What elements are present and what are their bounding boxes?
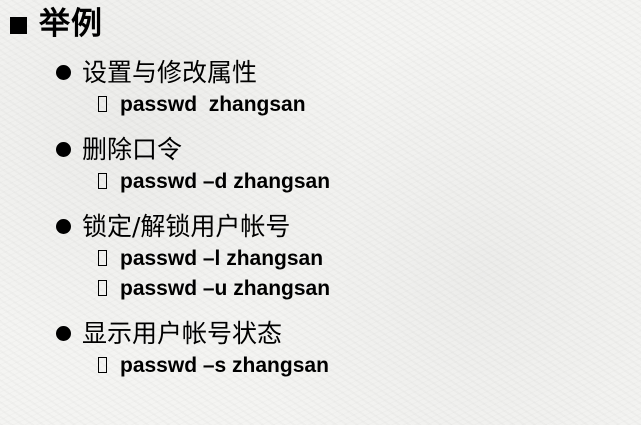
- command-line: passwd –u zhangsan: [98, 274, 616, 302]
- list-item-label: 设置与修改属性: [82, 57, 258, 87]
- missing-glyph-box-icon: [98, 357, 107, 373]
- square-bullet-icon: [10, 16, 27, 34]
- round-bullet-icon: [56, 141, 71, 157]
- round-bullet-icon: [56, 64, 71, 80]
- missing-glyph-box-icon: [98, 280, 107, 296]
- list-item: 锁定/解锁用户帐号: [56, 210, 616, 242]
- missing-glyph-box-icon: [98, 173, 107, 189]
- list-item-label: 显示用户帐号状态: [82, 318, 283, 348]
- slide-title: 举例: [39, 5, 103, 42]
- round-bullet-icon: [56, 325, 71, 341]
- command-line: passwd zhangsan: [98, 90, 616, 118]
- command-list: passwd zhangsan: [98, 90, 616, 118]
- bullet-list: 设置与修改属性 passwd zhangsan 删除口令 passwd –d z…: [56, 56, 616, 394]
- list-item-label: 锁定/解锁用户帐号: [82, 211, 291, 241]
- list-item: 删除口令: [56, 133, 616, 165]
- command-text: passwd –l zhangsan: [120, 246, 324, 270]
- missing-glyph-box-icon: [98, 250, 107, 266]
- command-text: passwd –u zhangsan: [120, 276, 331, 300]
- round-bullet-icon: [56, 218, 71, 234]
- list-item-label: 删除口令: [82, 134, 183, 164]
- command-list: passwd –d zhangsan: [98, 167, 616, 195]
- list-item: 显示用户帐号状态: [56, 317, 616, 349]
- command-line: passwd –s zhangsan: [98, 351, 616, 379]
- command-line: passwd –l zhangsan: [98, 244, 616, 272]
- command-text: passwd zhangsan: [120, 92, 306, 116]
- missing-glyph-box-icon: [98, 96, 107, 112]
- list-item: 设置与修改属性: [56, 56, 616, 88]
- command-list: passwd –l zhangsan passwd –u zhangsan: [98, 244, 616, 302]
- command-line: passwd –d zhangsan: [98, 167, 616, 195]
- slide-title-row: 举例: [10, 2, 103, 46]
- slide: 举例 设置与修改属性 passwd zhangsan 删除口令 passwd –…: [0, 0, 641, 425]
- command-text: passwd –d zhangsan: [120, 169, 331, 193]
- command-list: passwd –s zhangsan: [98, 351, 616, 379]
- command-text: passwd –s zhangsan: [120, 353, 329, 377]
